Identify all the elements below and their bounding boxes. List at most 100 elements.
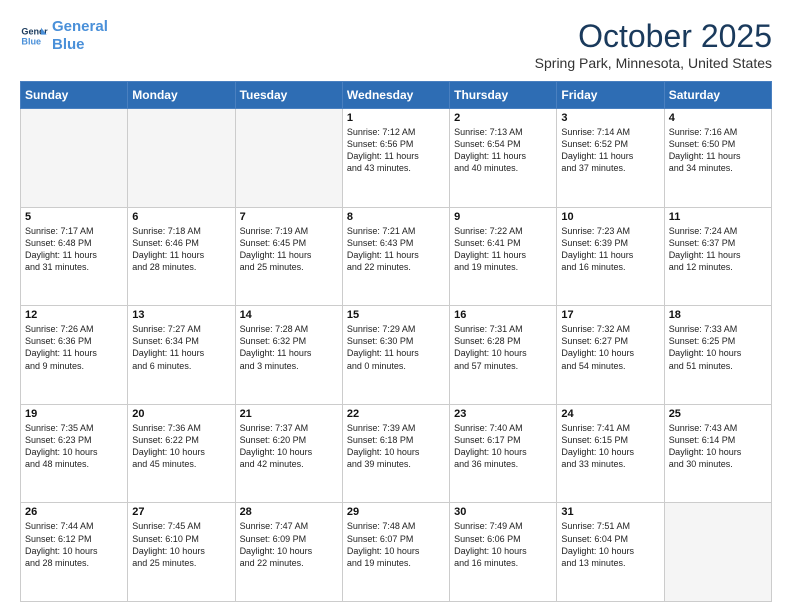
day-info: Sunrise: 7:43 AM Sunset: 6:14 PM Dayligh… [669,422,767,471]
logo-text: General Blue [52,18,108,54]
calendar-cell: 23 Sunrise: 7:40 AM Sunset: 6:17 PM Dayli… [450,404,557,503]
day-number: 15 [347,309,445,321]
title-block: October 2025 Spring Park, Minnesota, Uni… [535,18,772,71]
day-number: 3 [561,112,659,124]
calendar-cell: 31 Sunrise: 7:51 AM Sunset: 6:04 PM Dayli… [557,503,664,602]
day-number: 13 [132,309,230,321]
day-number: 22 [347,408,445,420]
col-saturday: Saturday [664,82,771,109]
day-info: Sunrise: 7:49 AM Sunset: 6:06 PM Dayligh… [454,520,552,569]
day-info: Sunrise: 7:29 AM Sunset: 6:30 PM Dayligh… [347,323,445,372]
day-info: Sunrise: 7:36 AM Sunset: 6:22 PM Dayligh… [132,422,230,471]
calendar-cell: 3 Sunrise: 7:14 AM Sunset: 6:52 PM Daylig… [557,109,664,208]
calendar-cell: 25 Sunrise: 7:43 AM Sunset: 6:14 PM Dayli… [664,404,771,503]
day-info: Sunrise: 7:23 AM Sunset: 6:39 PM Dayligh… [561,225,659,274]
day-number: 4 [669,112,767,124]
day-number: 5 [25,211,123,223]
day-number: 20 [132,408,230,420]
day-info: Sunrise: 7:22 AM Sunset: 6:41 PM Dayligh… [454,225,552,274]
day-info: Sunrise: 7:18 AM Sunset: 6:46 PM Dayligh… [132,225,230,274]
day-number: 1 [347,112,445,124]
calendar-cell [21,109,128,208]
calendar-cell: 1Sunrise: 7:12 AM Sunset: 6:56 PM Daylig… [342,109,449,208]
logo: General Blue General Blue [20,18,108,54]
calendar-cell: 27 Sunrise: 7:45 AM Sunset: 6:10 PM Dayli… [128,503,235,602]
day-info: Sunrise: 7:45 AM Sunset: 6:10 PM Dayligh… [132,520,230,569]
calendar-cell: 19 Sunrise: 7:35 AM Sunset: 6:23 PM Dayli… [21,404,128,503]
col-monday: Monday [128,82,235,109]
day-info: Sunrise: 7:31 AM Sunset: 6:28 PM Dayligh… [454,323,552,372]
day-number: 31 [561,506,659,518]
calendar-cell: 22 Sunrise: 7:39 AM Sunset: 6:18 PM Dayli… [342,404,449,503]
day-number: 25 [669,408,767,420]
day-info: Sunrise: 7:24 AM Sunset: 6:37 PM Dayligh… [669,225,767,274]
calendar-cell: 26Sunrise: 7:44 AM Sunset: 6:12 PM Dayli… [21,503,128,602]
calendar-week-row: 26Sunrise: 7:44 AM Sunset: 6:12 PM Dayli… [21,503,772,602]
day-info: Sunrise: 7:33 AM Sunset: 6:25 PM Dayligh… [669,323,767,372]
day-number: 8 [347,211,445,223]
calendar-cell: 30Sunrise: 7:49 AM Sunset: 6:06 PM Dayli… [450,503,557,602]
calendar-header-row: Sunday Monday Tuesday Wednesday Thursday… [21,82,772,109]
day-info: Sunrise: 7:21 AM Sunset: 6:43 PM Dayligh… [347,225,445,274]
header: General Blue General Blue October 2025 S… [20,18,772,71]
month-title: October 2025 [535,18,772,55]
day-info: Sunrise: 7:28 AM Sunset: 6:32 PM Dayligh… [240,323,338,372]
calendar-week-row: 19 Sunrise: 7:35 AM Sunset: 6:23 PM Dayli… [21,404,772,503]
day-number: 9 [454,211,552,223]
calendar-cell [128,109,235,208]
day-info: Sunrise: 7:26 AM Sunset: 6:36 PM Dayligh… [25,323,123,372]
calendar-cell: 7 Sunrise: 7:19 AM Sunset: 6:45 PM Daylig… [235,207,342,306]
calendar-cell: 11Sunrise: 7:24 AM Sunset: 6:37 PM Dayli… [664,207,771,306]
page: General Blue General Blue October 2025 S… [0,0,792,612]
day-number: 29 [347,506,445,518]
calendar-cell [664,503,771,602]
day-number: 24 [561,408,659,420]
day-number: 18 [669,309,767,321]
day-number: 17 [561,309,659,321]
day-info: Sunrise: 7:39 AM Sunset: 6:18 PM Dayligh… [347,422,445,471]
day-number: 7 [240,211,338,223]
day-number: 27 [132,506,230,518]
calendar-cell: 12Sunrise: 7:26 AM Sunset: 6:36 PM Dayli… [21,306,128,405]
calendar-cell: 13 Sunrise: 7:27 AM Sunset: 6:34 PM Dayli… [128,306,235,405]
calendar-cell: 6 Sunrise: 7:18 AM Sunset: 6:46 PM Daylig… [128,207,235,306]
day-number: 19 [25,408,123,420]
day-info: Sunrise: 7:17 AM Sunset: 6:48 PM Dayligh… [25,225,123,274]
day-info: Sunrise: 7:13 AM Sunset: 6:54 PM Dayligh… [454,126,552,175]
calendar-cell: 21Sunrise: 7:37 AM Sunset: 6:20 PM Dayli… [235,404,342,503]
calendar-body: 1Sunrise: 7:12 AM Sunset: 6:56 PM Daylig… [21,109,772,602]
col-wednesday: Wednesday [342,82,449,109]
calendar-cell [235,109,342,208]
col-tuesday: Tuesday [235,82,342,109]
logo-icon: General Blue [20,22,48,50]
day-info: Sunrise: 7:14 AM Sunset: 6:52 PM Dayligh… [561,126,659,175]
day-info: Sunrise: 7:41 AM Sunset: 6:15 PM Dayligh… [561,422,659,471]
day-info: Sunrise: 7:19 AM Sunset: 6:45 PM Dayligh… [240,225,338,274]
calendar-cell: 5 Sunrise: 7:17 AM Sunset: 6:48 PM Daylig… [21,207,128,306]
col-friday: Friday [557,82,664,109]
day-number: 10 [561,211,659,223]
calendar-cell: 20 Sunrise: 7:36 AM Sunset: 6:22 PM Dayli… [128,404,235,503]
day-info: Sunrise: 7:47 AM Sunset: 6:09 PM Dayligh… [240,520,338,569]
day-info: Sunrise: 7:35 AM Sunset: 6:23 PM Dayligh… [25,422,123,471]
day-number: 14 [240,309,338,321]
col-sunday: Sunday [21,82,128,109]
day-number: 23 [454,408,552,420]
day-number: 2 [454,112,552,124]
day-number: 16 [454,309,552,321]
day-info: Sunrise: 7:40 AM Sunset: 6:17 PM Dayligh… [454,422,552,471]
day-info: Sunrise: 7:37 AM Sunset: 6:20 PM Dayligh… [240,422,338,471]
day-number: 6 [132,211,230,223]
calendar-cell: 9 Sunrise: 7:22 AM Sunset: 6:41 PM Daylig… [450,207,557,306]
calendar-cell: 15 Sunrise: 7:29 AM Sunset: 6:30 PM Dayli… [342,306,449,405]
day-info: Sunrise: 7:48 AM Sunset: 6:07 PM Dayligh… [347,520,445,569]
calendar-cell: 17Sunrise: 7:32 AM Sunset: 6:27 PM Dayli… [557,306,664,405]
calendar-cell: 4Sunrise: 7:16 AM Sunset: 6:50 PM Daylig… [664,109,771,208]
calendar-table: Sunday Monday Tuesday Wednesday Thursday… [20,81,772,602]
calendar-week-row: 12Sunrise: 7:26 AM Sunset: 6:36 PM Dayli… [21,306,772,405]
calendar-week-row: 1Sunrise: 7:12 AM Sunset: 6:56 PM Daylig… [21,109,772,208]
calendar-cell: 14 Sunrise: 7:28 AM Sunset: 6:32 PM Dayli… [235,306,342,405]
day-info: Sunrise: 7:27 AM Sunset: 6:34 PM Dayligh… [132,323,230,372]
day-info: Sunrise: 7:51 AM Sunset: 6:04 PM Dayligh… [561,520,659,569]
calendar-cell: 28Sunrise: 7:47 AM Sunset: 6:09 PM Dayli… [235,503,342,602]
